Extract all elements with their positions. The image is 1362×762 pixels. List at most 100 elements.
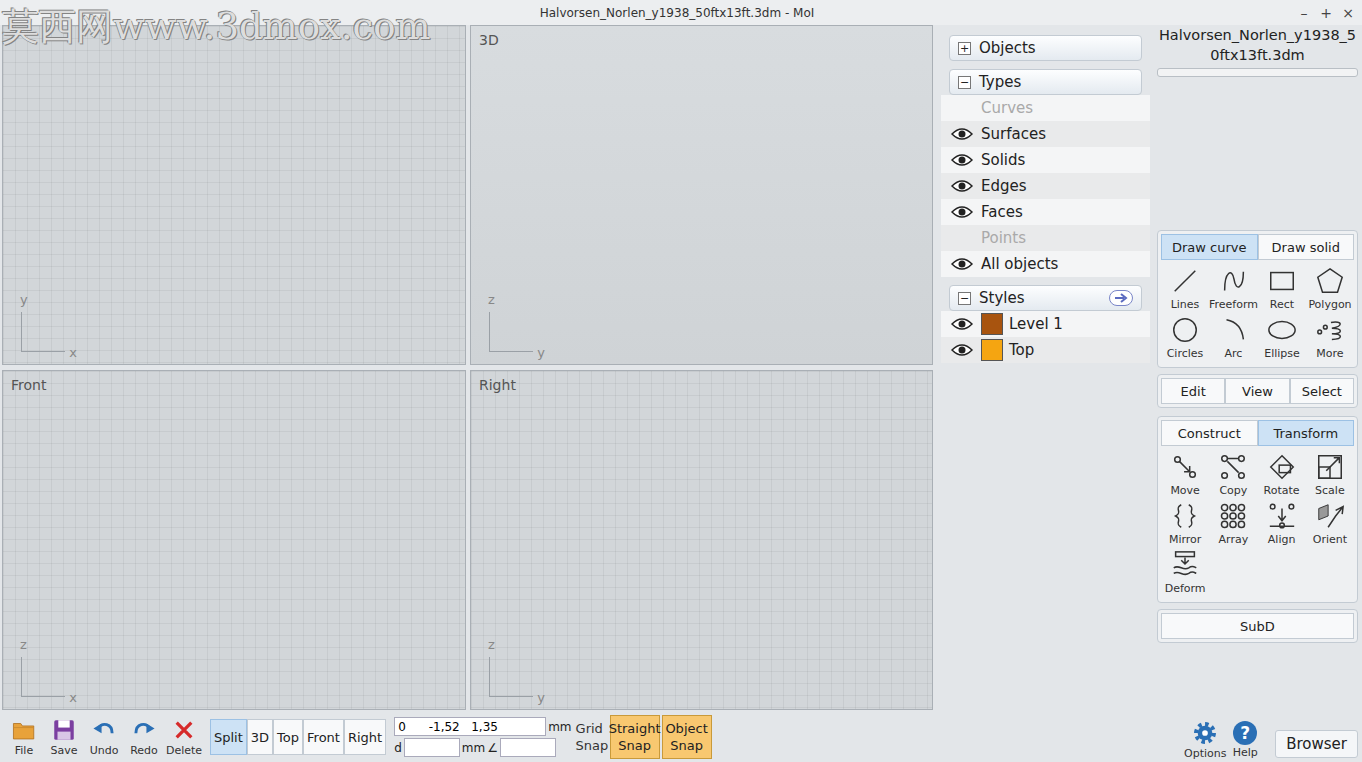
button-label[interactable]: Options — [1184, 747, 1226, 760]
arrow-icon[interactable] — [1109, 290, 1133, 306]
type-label[interactable]: All objects — [981, 255, 1058, 273]
tool-label[interactable]: Move — [1170, 484, 1200, 497]
boat-model[interactable] — [3, 26, 465, 364]
window-control[interactable]: + — [1320, 5, 1332, 21]
button-label[interactable]: Delete — [166, 744, 202, 757]
type-item[interactable]: Surfaces — [941, 121, 1150, 147]
viewport[interactable]: Frontzx — [2, 370, 466, 710]
toolbar-button[interactable]: Save — [44, 717, 84, 757]
type-item[interactable]: All objects — [941, 251, 1150, 277]
eye-slot[interactable] — [951, 101, 973, 115]
tab[interactable]: Draw solid — [1258, 234, 1355, 260]
style-label[interactable]: Top — [1009, 341, 1034, 359]
tool-button[interactable]: Rotate — [1258, 452, 1306, 497]
eye-icon[interactable] — [951, 343, 973, 357]
tool-button[interactable]: Orient — [1306, 501, 1354, 546]
subd-button[interactable]: SubD — [1161, 613, 1354, 639]
toolbar-button[interactable]: Options — [1185, 720, 1225, 760]
tab[interactable]: Construct — [1161, 420, 1258, 446]
viewport[interactable]: yx — [2, 25, 466, 365]
type-item[interactable]: Edges — [941, 173, 1150, 199]
coordinate-input[interactable] — [394, 717, 546, 736]
type-label[interactable]: Solids — [981, 151, 1025, 169]
menu-button[interactable]: Edit — [1161, 378, 1225, 404]
toolbar-button[interactable]: Undo — [84, 717, 124, 757]
eye-icon[interactable] — [951, 205, 973, 219]
section-label[interactable]: Objects — [979, 39, 1036, 57]
toolbar-button[interactable]: File — [4, 717, 44, 757]
type-label[interactable]: Edges — [981, 177, 1027, 195]
tool-label[interactable]: Ellipse — [1264, 347, 1300, 360]
tool-label[interactable]: Circles — [1167, 347, 1204, 360]
toolbar-button[interactable]: ?Help — [1225, 721, 1265, 759]
section-header[interactable]: −Styles — [949, 285, 1142, 311]
tool-button[interactable]: Ellipse — [1258, 315, 1306, 360]
tool-button[interactable]: Align — [1258, 501, 1306, 546]
tool-label[interactable]: Array — [1219, 533, 1249, 546]
toolbar-button[interactable]: Delete — [164, 717, 204, 757]
type-item[interactable]: Faces — [941, 199, 1150, 225]
viewport-label[interactable]: Front — [11, 377, 46, 393]
button-label[interactable]: Help — [1233, 746, 1258, 759]
tool-button[interactable]: Array — [1209, 501, 1257, 546]
style-item[interactable]: Top — [941, 337, 1150, 363]
type-item[interactable]: Solids — [941, 147, 1150, 173]
tab[interactable]: Transform — [1258, 420, 1355, 446]
boat-model[interactable] — [3, 371, 465, 709]
grid-snap-toggle[interactable]: Grid Snap — [576, 720, 608, 754]
eye-icon[interactable] — [951, 127, 973, 141]
tool-button[interactable]: Deform — [1161, 550, 1209, 595]
type-item[interactable]: Curves — [941, 95, 1150, 121]
tool-button[interactable]: Rect — [1258, 266, 1306, 311]
tool-label[interactable]: Copy — [1219, 484, 1247, 497]
type-item[interactable]: Points — [941, 225, 1150, 251]
tool-button[interactable]: Lines — [1161, 266, 1209, 311]
distance-input[interactable] — [404, 738, 460, 757]
button-label[interactable]: Save — [50, 744, 77, 757]
view-button[interactable]: 3D — [247, 719, 273, 755]
style-item[interactable]: Level 1 — [941, 311, 1150, 337]
button-label[interactable]: File — [15, 744, 33, 757]
type-label[interactable]: Faces — [981, 203, 1023, 221]
expand-toggle[interactable]: − — [958, 76, 971, 89]
tool-button[interactable]: Copy — [1209, 452, 1257, 497]
eye-icon[interactable] — [951, 179, 973, 193]
tool-label[interactable]: Freeform — [1209, 298, 1258, 311]
section-label[interactable]: Types — [979, 73, 1021, 91]
viewport-label[interactable]: Right — [479, 377, 516, 393]
section-label[interactable]: Styles — [979, 289, 1025, 307]
boat-model[interactable] — [471, 371, 932, 709]
tool-button[interactable]: Circles — [1161, 315, 1209, 360]
button-label[interactable]: Undo — [90, 744, 119, 757]
tool-button[interactable]: Scale — [1306, 452, 1354, 497]
viewport[interactable]: Rightzy — [470, 370, 933, 710]
tool-label[interactable]: Rect — [1270, 298, 1294, 311]
menu-button[interactable]: View — [1225, 378, 1289, 404]
view-button[interactable]: Top — [273, 719, 303, 755]
tool-button[interactable]: Freeform — [1209, 266, 1258, 311]
type-label[interactable]: Surfaces — [981, 125, 1046, 143]
tool-button[interactable]: Arc — [1209, 315, 1258, 360]
window-control[interactable]: × — [1342, 5, 1354, 21]
tool-label[interactable]: Arc — [1225, 347, 1243, 360]
expand-toggle[interactable]: + — [958, 42, 971, 55]
expand-toggle[interactable]: − — [958, 292, 971, 305]
tab[interactable]: Draw curve — [1161, 234, 1258, 260]
viewport-label[interactable]: 3D — [479, 32, 499, 48]
tool-button[interactable]: Mirror — [1161, 501, 1209, 546]
boat-model[interactable] — [471, 26, 932, 364]
tool-label[interactable]: Mirror — [1169, 533, 1201, 546]
tool-label[interactable]: More — [1316, 347, 1343, 360]
button-label[interactable]: Redo — [130, 744, 158, 757]
tool-button[interactable]: Polygon — [1306, 266, 1354, 311]
type-label[interactable]: Curves — [981, 99, 1033, 117]
tool-button[interactable]: More — [1306, 315, 1354, 360]
tool-label[interactable]: Scale — [1315, 484, 1345, 497]
eye-icon[interactable] — [951, 153, 973, 167]
viewport[interactable]: 3Dzy — [470, 25, 933, 365]
tool-button[interactable]: Move — [1161, 452, 1209, 497]
view-button[interactable]: Right — [344, 719, 386, 755]
tool-label[interactable]: Rotate — [1264, 484, 1300, 497]
section-header[interactable]: −Types — [949, 69, 1142, 95]
window-control[interactable]: – — [1298, 5, 1310, 21]
